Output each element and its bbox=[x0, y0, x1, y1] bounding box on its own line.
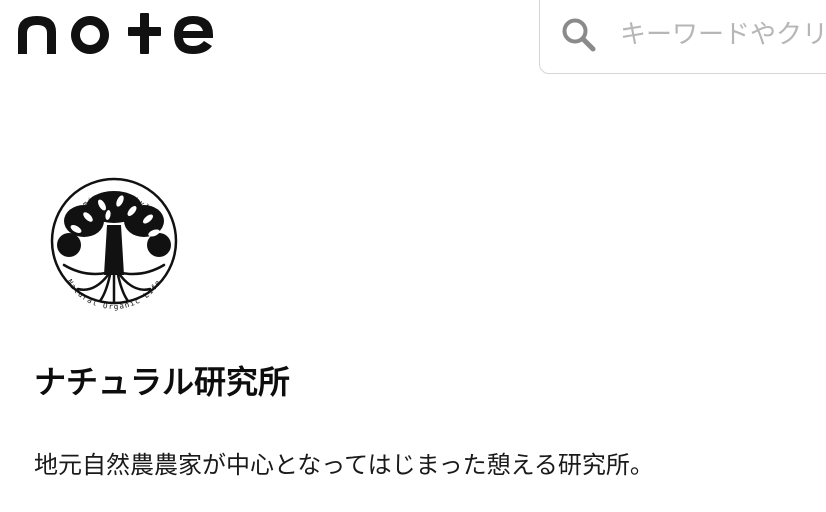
search-input[interactable] bbox=[620, 11, 826, 59]
profile-bio: 地元自然農農家が中心となってはじまった憩える研究所。 bbox=[34, 451, 654, 479]
header bbox=[0, 0, 826, 80]
avatar[interactable]: kami-food style Natural Organic Life bbox=[44, 169, 184, 321]
search-box[interactable] bbox=[539, 0, 826, 74]
page: kami-food style Natural Organic Life bbox=[0, 0, 826, 512]
search-icon[interactable] bbox=[559, 15, 599, 55]
profile-name: ナチュラル研究所 bbox=[34, 363, 291, 401]
note-logo[interactable] bbox=[16, 10, 216, 58]
